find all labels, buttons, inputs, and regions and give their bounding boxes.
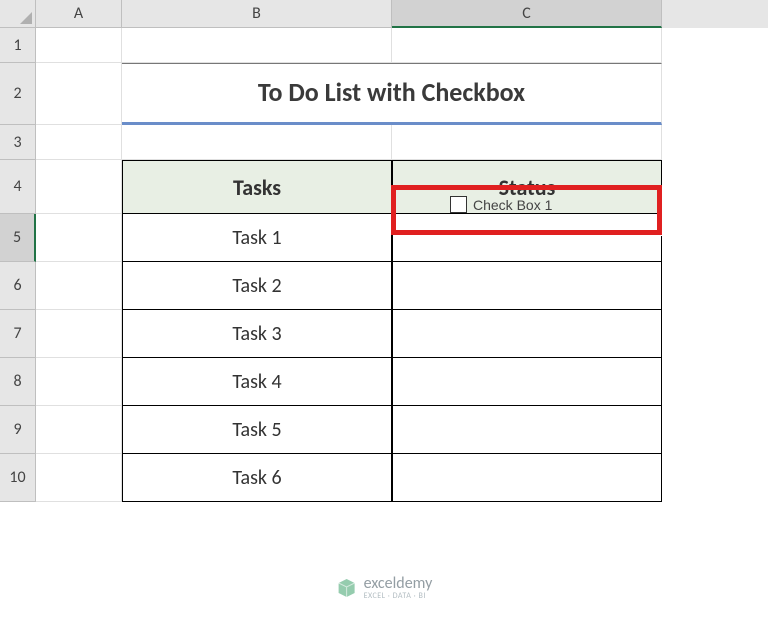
row-header-10[interactable]: 10 [0,454,36,502]
cells-area: To Do List with Checkbox Tasks Status Ta… [36,28,768,628]
status-cell-3[interactable] [392,310,662,358]
cell-a6[interactable] [36,262,122,310]
cell-a8[interactable] [36,358,122,406]
checkbox-control[interactable]: Check Box 1 [450,196,552,213]
task-cell-1[interactable]: Task 1 [122,214,392,262]
row-header-9[interactable]: 9 [0,406,36,454]
cell-a5[interactable] [36,214,122,262]
row-header-7[interactable]: 7 [0,310,36,358]
watermark-sub: EXCEL · DATA · BI [364,592,433,600]
cell-a7[interactable] [36,310,122,358]
col-header-b[interactable]: B [122,0,392,28]
cell-c1[interactable] [392,28,662,63]
checkbox-label: Check Box 1 [473,197,552,213]
task-cell-5[interactable]: Task 5 [122,406,392,454]
row-headers: 1 2 3 4 5 6 7 8 9 10 [0,28,36,502]
cell-c3[interactable] [392,125,662,160]
status-cell-1[interactable] [392,214,662,262]
header-tasks[interactable]: Tasks [122,160,392,214]
task-cell-6[interactable]: Task 6 [122,454,392,502]
task-cell-3[interactable]: Task 3 [122,310,392,358]
watermark-name: exceldemy [364,576,433,592]
cell-b3[interactable] [122,125,392,160]
column-headers: A B C [36,0,768,28]
row-header-4[interactable]: 4 [0,160,36,214]
cell-b1[interactable] [122,28,392,63]
status-cell-4[interactable] [392,358,662,406]
title-cell[interactable]: To Do List with Checkbox [122,63,662,125]
checkbox-box[interactable] [450,196,467,213]
cell-a1[interactable] [36,28,122,63]
status-cell-6[interactable] [392,454,662,502]
row-header-6[interactable]: 6 [0,262,36,310]
row-header-8[interactable]: 8 [0,358,36,406]
col-header-a[interactable]: A [36,0,122,28]
cell-a3[interactable] [36,125,122,160]
cell-a10[interactable] [36,454,122,502]
row-header-3[interactable]: 3 [0,125,36,160]
spreadsheet-grid: A B C 1 2 3 4 5 6 7 8 9 10 To Do List wi… [0,0,768,628]
watermark-text: exceldemy EXCEL · DATA · BI [364,576,433,600]
cell-a2[interactable] [36,63,122,125]
cell-a9[interactable] [36,406,122,454]
watermark: exceldemy EXCEL · DATA · BI [336,576,433,600]
status-cell-5[interactable] [392,406,662,454]
col-header-c[interactable]: C [392,0,662,28]
task-cell-4[interactable]: Task 4 [122,358,392,406]
status-cell-2[interactable] [392,262,662,310]
select-all-corner[interactable] [0,0,36,28]
row-header-5[interactable]: 5 [0,214,36,262]
task-cell-2[interactable]: Task 2 [122,262,392,310]
row-header-1[interactable]: 1 [0,28,36,63]
watermark-icon [336,577,358,599]
cell-a4[interactable] [36,160,122,214]
row-header-2[interactable]: 2 [0,63,36,125]
